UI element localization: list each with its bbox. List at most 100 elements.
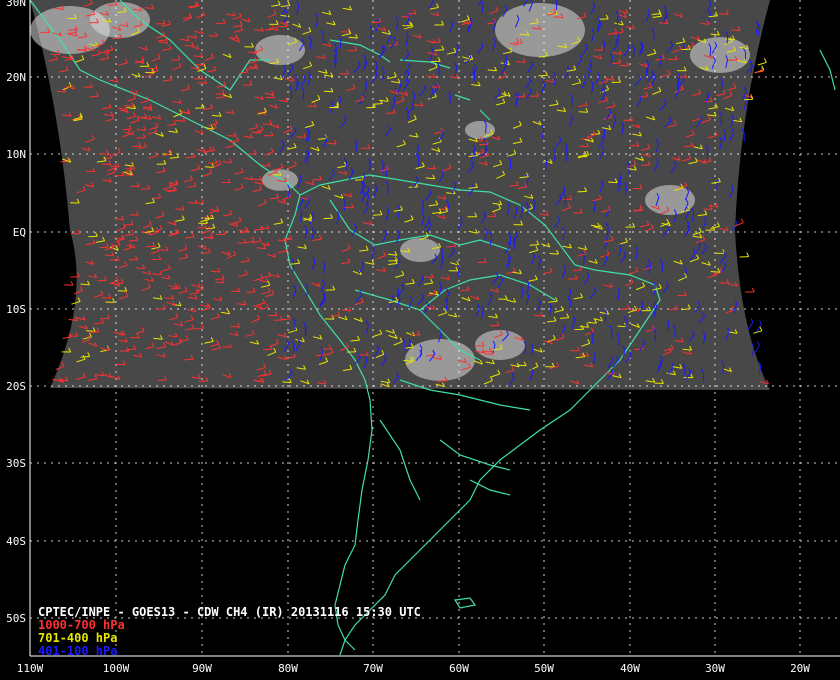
wind-barb-flag: [746, 252, 750, 257]
wind-barb: [193, 55, 203, 58]
wind-barb: [159, 249, 169, 251]
wind-barb: [183, 358, 194, 361]
wind-barb: [99, 246, 109, 249]
wind-map: 30N 20N 10N EQ 10S 20S 30S 40S 50S 110W 100W 90W 80…: [6, 0, 840, 675]
lat-label: EQ: [13, 226, 26, 239]
lat-label: 10N: [6, 148, 26, 161]
wind-barb: [99, 153, 109, 155]
wind-barb: [265, 96, 275, 99]
wind-barb: [720, 116, 723, 126]
wind-barb: [555, 1, 558, 11]
wind-barb: [654, 308, 656, 318]
wind-barb: [344, 206, 354, 209]
lon-label: 60W: [449, 662, 469, 675]
wind-barb: [262, 123, 272, 125]
wind-barb: [71, 232, 81, 235]
wind-barb: [323, 217, 333, 220]
wind-barb: [719, 282, 729, 284]
wind-barb: [64, 284, 74, 286]
cloud-patch: [690, 37, 750, 73]
wind-barb: [516, 61, 526, 63]
wind-barb: [230, 290, 240, 293]
wind-barb: [100, 317, 110, 320]
wind-barb-flag: [757, 340, 760, 346]
lon-label: 50W: [534, 662, 554, 675]
wind-barb: [434, 49, 444, 51]
wind-barb: [215, 22, 226, 25]
wind-barb: [674, 340, 684, 343]
wind-barb: [210, 270, 220, 273]
wind-barb: [262, 348, 272, 351]
wind-barb: [403, 360, 413, 362]
wind-barb: [208, 35, 218, 37]
wind-barb: [227, 135, 237, 137]
wind-barb: [145, 71, 155, 74]
wind-barb: [341, 31, 351, 33]
wind-barb: [625, 186, 627, 196]
wind-barb: [323, 90, 333, 93]
wind-barb: [654, 382, 664, 384]
lon-label: 70W: [363, 662, 383, 675]
wind-barb: [538, 74, 548, 77]
wind-barb: [424, 276, 434, 278]
wind-barb: [335, 46, 337, 56]
lon-label: 30W: [705, 662, 725, 675]
wind-barb: [703, 208, 713, 211]
map-title: CPTEC/INPE - GOES13 - CDW CH4 (IR) 20131…: [38, 605, 421, 619]
wind-barb: [752, 346, 754, 356]
lon-label: 100W: [103, 662, 130, 675]
wind-barb: [186, 156, 196, 159]
cloud-patch: [495, 3, 585, 57]
lon-label: 110W: [17, 662, 44, 675]
satellite-image: [30, 0, 770, 390]
wind-barb-flag: [751, 287, 755, 293]
wind-barb: [587, 321, 597, 324]
wind-barb: [68, 335, 78, 337]
wind-barb: [754, 344, 760, 354]
wind-barb: [88, 235, 98, 238]
lat-label: 10S: [6, 303, 26, 316]
wind-barb: [101, 163, 111, 166]
wind-barb: [70, 276, 80, 278]
wind-barb: [719, 13, 729, 15]
wind-barb: [485, 124, 487, 134]
wind-barb: [129, 214, 139, 216]
lon-label: 40W: [620, 662, 640, 675]
wind-barb: [304, 327, 307, 337]
wind-barb: [123, 224, 133, 226]
wind-barb-flag: [70, 280, 74, 286]
wind-barb: [171, 287, 181, 290]
lat-label: 20N: [6, 71, 26, 84]
wind-barb: [583, 256, 585, 266]
lat-label: 40S: [6, 535, 26, 548]
wind-barb: [753, 330, 763, 334]
wind-barb: [564, 196, 567, 206]
wind-barb: [683, 145, 693, 148]
lat-label: 50S: [6, 612, 26, 625]
lon-label: 20W: [790, 662, 810, 675]
wind-barb: [747, 322, 754, 331]
wind-barb: [674, 328, 676, 338]
lat-label: 30N: [6, 0, 26, 9]
lon-label: 90W: [192, 662, 212, 675]
lat-label: 20S: [6, 380, 26, 393]
cloud-patch: [465, 121, 495, 139]
legend-low-level: 1000-700 hPa: [38, 618, 125, 632]
wind-barb: [607, 227, 609, 237]
wind-barb-flag: [759, 320, 762, 325]
wind-barb-flag: [750, 318, 754, 323]
wind-barb: [135, 267, 145, 269]
wind-barb: [757, 61, 767, 66]
wind-barb: [484, 353, 494, 355]
cloud-patch: [400, 238, 440, 262]
wind-barb: [110, 165, 120, 168]
lon-label: 80W: [278, 662, 298, 675]
lat-label: 30S: [6, 457, 26, 470]
wind-barb: [144, 7, 154, 9]
wind-barb: [754, 70, 764, 73]
wind-barb: [228, 37, 238, 39]
wind-barb-flag: [763, 58, 767, 63]
wind-barb: [156, 308, 166, 310]
longitude-labels: 110W 100W 90W 80W 70W 60W 50W 40W 30W 20W: [17, 662, 811, 675]
wind-barb: [321, 348, 332, 350]
